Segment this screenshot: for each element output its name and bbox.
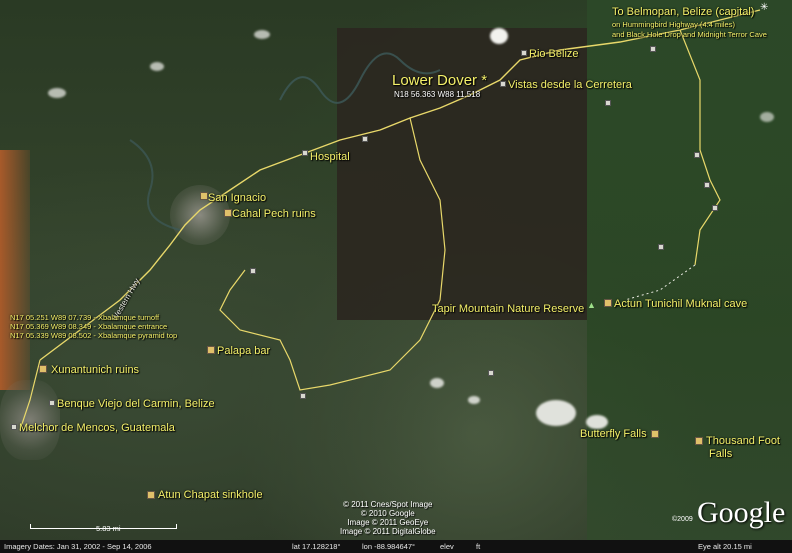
waypoint-marker[interactable]	[300, 393, 306, 399]
label-belmopan[interactable]: To Belmopan, Belize (capital)	[612, 6, 754, 18]
waypoint-marker[interactable]	[302, 150, 308, 156]
label-xbal-pyramid[interactable]: N17 05.339 W89 08.502 - Xbalamque pyrami…	[10, 331, 177, 340]
waypoint-marker[interactable]	[500, 81, 506, 87]
label-butterfly-falls[interactable]: Butterfly Falls	[580, 428, 647, 440]
waypoint-marker[interactable]	[650, 46, 656, 52]
label-melchor[interactable]: Melchor de Mencos, Guatemala	[19, 422, 175, 434]
waypoint-marker[interactable]	[250, 268, 256, 274]
label-xunantunich[interactable]: Xunantunich ruins	[51, 364, 139, 376]
label-xbal-entrance[interactable]: N17 05.369 W89 08.349 - Xbalamque entran…	[10, 322, 167, 331]
credit-line: © 2011 Cnes/Spot Image	[343, 500, 433, 509]
label-belmopan-sub1: on Hummingbird Highway (4.4 miles)	[612, 20, 735, 29]
waypoint-marker[interactable]	[694, 152, 700, 158]
road-to-atm	[679, 29, 721, 266]
placemark-icon[interactable]	[224, 209, 232, 217]
credit-line: © 2010 Google	[360, 509, 415, 518]
credit-line: Image © 2011 DigitalGlobe	[340, 527, 436, 536]
label-benque[interactable]: Benque Viejo del Carmin, Belize	[57, 398, 215, 410]
label-lower-dover-coords: N18 56.363 W88 11.518	[394, 90, 481, 99]
waypoint-marker[interactable]	[605, 100, 611, 106]
eye-altitude-readout: Eye alt 20.15 mi	[698, 542, 752, 551]
google-logo: Google	[697, 496, 786, 529]
waypoint-marker[interactable]	[521, 50, 527, 56]
waypoint-marker[interactable]	[704, 182, 710, 188]
waterfall-icon[interactable]	[651, 430, 659, 438]
elevation-unit: ft	[476, 542, 481, 551]
placemark-icon[interactable]	[147, 491, 155, 499]
latitude-readout: lat 17.128218°	[292, 542, 341, 551]
imagery-credits: © 2011 Cnes/Spot Image © 2010 Google Ima…	[340, 500, 436, 536]
label-atm-cave[interactable]: Actun Tunichil Muknal cave	[614, 298, 747, 310]
label-xbal-turnoff[interactable]: N17 05.251 W89 07.739 - Xbalamque turnof…	[10, 313, 159, 322]
label-thousand-foot[interactable]: Thousand Foot	[706, 435, 780, 447]
cave-icon[interactable]	[604, 299, 612, 307]
trail-to-atm	[624, 264, 696, 301]
waypoint-marker[interactable]	[11, 424, 17, 430]
waypoint-marker[interactable]	[49, 400, 55, 406]
copyright-year: ©2009	[672, 516, 693, 523]
scale-label: 5.83 mi	[96, 524, 121, 533]
label-vistas[interactable]: Vistas desde la Cerretera	[508, 79, 632, 91]
road-south-west	[19, 359, 41, 431]
label-rio-belize[interactable]: Rio Belize	[529, 48, 579, 60]
label-atun-chapat[interactable]: Atun Chapat sinkhole	[158, 489, 263, 501]
label-lower-dover[interactable]: Lower Dover *	[392, 72, 487, 89]
label-tapir[interactable]: Tapir Mountain Nature Reserve	[432, 303, 584, 315]
status-bar: Imagery Dates: Jan 31, 2002 - Sep 14, 20…	[0, 540, 792, 553]
waypoint-marker[interactable]	[658, 244, 664, 250]
longitude-readout: lon -88.984647°	[362, 542, 416, 551]
star-icon[interactable]: ✳	[760, 2, 768, 13]
satellite-map[interactable]: Lower Dover * N18 56.363 W88 11.518 To B…	[0, 0, 792, 540]
tree-icon[interactable]: ▲	[587, 300, 596, 310]
placemark-icon[interactable]	[39, 365, 47, 373]
label-san-ignacio[interactable]: San Ignacio	[208, 192, 266, 204]
river	[129, 139, 181, 231]
label-belmopan-sub2: and Black Hole Drop and Midnight Terror …	[612, 30, 767, 39]
placemark-icon[interactable]	[200, 192, 208, 200]
waterfall-icon[interactable]	[695, 437, 703, 445]
imagery-dates: Imagery Dates: Jan 31, 2002 - Sep 14, 20…	[4, 542, 152, 551]
label-cahal-pech[interactable]: Cahal Pech ruins	[232, 208, 316, 220]
waypoint-marker[interactable]	[712, 205, 718, 211]
waypoint-marker[interactable]	[488, 370, 494, 376]
credit-line: Image © 2011 GeoEye	[347, 518, 429, 527]
label-palapa-bar[interactable]: Palapa bar	[217, 345, 270, 357]
placemark-icon[interactable]	[207, 346, 215, 354]
label-hospital[interactable]: Hospital	[310, 151, 350, 163]
waypoint-marker[interactable]	[362, 136, 368, 142]
label-thousand-falls: Falls	[709, 448, 733, 460]
elevation-readout: elev	[440, 542, 454, 551]
